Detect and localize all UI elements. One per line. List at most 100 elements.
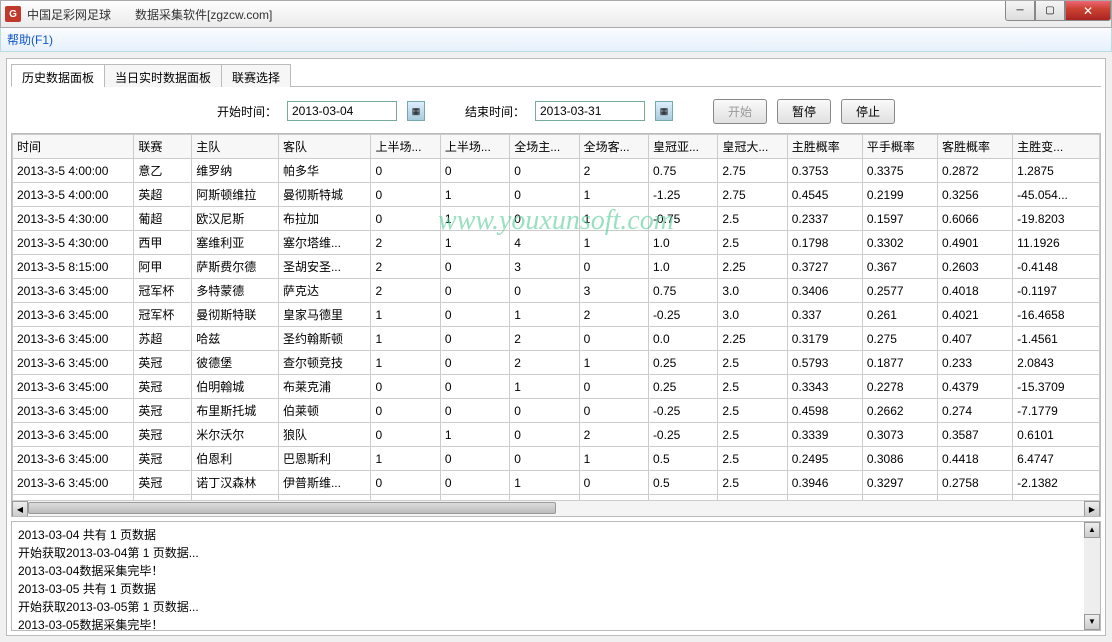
table-cell: 0.2872 (938, 159, 1013, 183)
column-header[interactable]: 客队 (278, 135, 371, 159)
table-row[interactable]: 2013-3-6 3:45:00英冠伯恩利巴恩斯利10010.52.50.249… (13, 447, 1100, 471)
tab-1[interactable]: 当日实时数据面板 (104, 64, 222, 87)
column-header[interactable]: 主胜概率 (787, 135, 862, 159)
table-cell: 2.25 (718, 327, 787, 351)
end-date-picker-icon[interactable]: ▦ (655, 101, 673, 121)
table-cell: -0.75 (648, 207, 717, 231)
table-cell: 0.1597 (862, 207, 937, 231)
table-cell: 狼队 (278, 423, 371, 447)
end-date-input[interactable] (535, 101, 645, 121)
table-cell: 2013-3-5 4:00:00 (13, 159, 134, 183)
column-header[interactable]: 全场主... (510, 135, 579, 159)
table-row[interactable]: 2013-3-5 4:00:00英超阿斯顿维拉曼彻斯特城0101-1.252.7… (13, 183, 1100, 207)
table-cell: 2.5 (718, 423, 787, 447)
log-panel: 2013-03-04 共有 1 页数据开始获取2013-03-04第 1 页数据… (11, 521, 1101, 631)
pause-button[interactable]: 暂停 (777, 99, 831, 124)
close-button[interactable]: ✕ (1065, 1, 1111, 21)
table-cell: 1 (371, 303, 440, 327)
table-cell: 伯恩利 (192, 447, 279, 471)
log-line: 2013-03-05 共有 1 页数据 (18, 580, 1094, 598)
tab-2[interactable]: 联赛选择 (221, 64, 291, 87)
table-cell: 英冠 (134, 423, 192, 447)
tab-0[interactable]: 历史数据面板 (11, 64, 105, 87)
column-header[interactable]: 主队 (192, 135, 279, 159)
horizontal-scrollbar[interactable]: ◀ ▶ (12, 500, 1100, 516)
stop-button[interactable]: 停止 (841, 99, 895, 124)
start-button[interactable]: 开始 (713, 99, 767, 124)
control-bar: 开始时间： ▦ 结束时间： ▦ 开始 暂停 停止 (11, 93, 1101, 129)
table-row[interactable]: 2013-3-6 3:45:00苏超哈兹圣约翰斯顿10200.02.250.31… (13, 327, 1100, 351)
table-cell: 0 (440, 303, 509, 327)
table-cell: -0.25 (648, 303, 717, 327)
table-row[interactable]: 2013-3-6 3:45:00英冠诺丁汉森林伊普斯维...00100.52.5… (13, 471, 1100, 495)
table-row[interactable]: 2013-3-6 3:45:00冠军杯多特蒙德萨克达20030.753.00.3… (13, 279, 1100, 303)
table-cell: 0 (440, 399, 509, 423)
table-cell: 2013-3-6 3:45:00 (13, 279, 134, 303)
scroll-up-icon[interactable]: ▲ (1084, 522, 1100, 538)
column-header[interactable]: 上半场... (440, 135, 509, 159)
scroll-thumb[interactable] (28, 502, 556, 514)
table-cell: 1 (371, 447, 440, 471)
table-cell: 彼德堡 (192, 351, 279, 375)
column-header[interactable]: 主胜变... (1013, 135, 1100, 159)
table-cell: 1 (579, 447, 648, 471)
table-row[interactable]: 2013-3-6 3:45:00英冠伯明翰城布莱克浦00100.252.50.3… (13, 375, 1100, 399)
table-scroll-area[interactable]: 时间联赛主队客队上半场...上半场...全场主...全场客...皇冠亚...皇冠… (12, 134, 1100, 500)
table-cell: 布里斯托城 (192, 399, 279, 423)
scroll-track[interactable] (28, 501, 1084, 516)
table-row[interactable]: 2013-3-5 4:30:00葡超欧汉尼斯布拉加0101-0.752.50.2… (13, 207, 1100, 231)
table-cell: 0 (510, 183, 579, 207)
table-cell: 萨克达 (278, 279, 371, 303)
table-cell: 0.3339 (787, 423, 862, 447)
table-cell: 2 (579, 159, 648, 183)
title-bar: G 中国足彩网足球 数据采集软件[zgzcw.com] ─ ▢ ✕ (0, 0, 1112, 28)
table-cell: 塞维利亚 (192, 231, 279, 255)
table-cell: 6.4747 (1013, 447, 1100, 471)
table-cell: 0.3375 (862, 159, 937, 183)
table-cell: 0.4545 (787, 183, 862, 207)
table-cell: 0.233 (938, 351, 1013, 375)
table-cell: 0.2662 (862, 399, 937, 423)
table-row[interactable]: 2013-3-6 3:45:00英冠布里斯托城伯莱顿0000-0.252.50.… (13, 399, 1100, 423)
maximize-button[interactable]: ▢ (1035, 1, 1065, 21)
table-cell: -2.1382 (1013, 471, 1100, 495)
column-header[interactable]: 皇冠亚... (648, 135, 717, 159)
table-cell: 维罗纳 (192, 159, 279, 183)
table-row[interactable]: 2013-3-5 8:15:00阿甲萨斯费尔德圣胡安圣...20301.02.2… (13, 255, 1100, 279)
log-vertical-scrollbar[interactable]: ▲ ▼ (1084, 522, 1100, 630)
table-cell: -45.054... (1013, 183, 1100, 207)
table-cell: 葡超 (134, 207, 192, 231)
column-header[interactable]: 时间 (13, 135, 134, 159)
column-header[interactable]: 全场客... (579, 135, 648, 159)
start-date-input[interactable] (287, 101, 397, 121)
scroll-right-icon[interactable]: ▶ (1084, 501, 1100, 517)
scroll-down-icon[interactable]: ▼ (1084, 614, 1100, 630)
start-date-picker-icon[interactable]: ▦ (407, 101, 425, 121)
column-header[interactable]: 平手概率 (862, 135, 937, 159)
menu-help[interactable]: 帮助(F1) (7, 31, 53, 48)
table-cell: 哈兹 (192, 327, 279, 351)
table-cell: -16.4658 (1013, 303, 1100, 327)
minimize-button[interactable]: ─ (1005, 1, 1035, 21)
table-cell: 圣约翰斯顿 (278, 327, 371, 351)
table-row[interactable]: 2013-3-5 4:00:00意乙维罗纳帕多华00020.752.750.37… (13, 159, 1100, 183)
table-cell: 1 (440, 423, 509, 447)
table-cell: 0.407 (938, 327, 1013, 351)
table-row[interactable]: 2013-3-6 3:45:00英冠米尔沃尔狼队0102-0.252.50.33… (13, 423, 1100, 447)
table-row[interactable]: 2013-3-5 4:30:00西甲塞维利亚塞尔塔维...21411.02.50… (13, 231, 1100, 255)
scroll-left-icon[interactable]: ◀ (12, 501, 28, 517)
table-row[interactable]: 2013-3-6 3:45:00英冠彼德堡查尔顿竞技10210.252.50.5… (13, 351, 1100, 375)
column-header[interactable]: 皇冠大... (718, 135, 787, 159)
table-cell: 1.0 (648, 255, 717, 279)
table-cell: 2.5 (718, 375, 787, 399)
column-header[interactable]: 联赛 (134, 135, 192, 159)
column-header[interactable]: 客胜概率 (938, 135, 1013, 159)
table-cell: 英冠 (134, 447, 192, 471)
column-header[interactable]: 上半场... (371, 135, 440, 159)
table-cell: 0.0 (648, 327, 717, 351)
table-row[interactable]: 2013-3-6 3:45:00冠军杯曼彻斯特联皇家马德里1012-0.253.… (13, 303, 1100, 327)
table-cell: 1.0 (648, 231, 717, 255)
table-cell: 0 (440, 327, 509, 351)
table-cell: 0.4418 (938, 447, 1013, 471)
table-cell: 0.2577 (862, 279, 937, 303)
